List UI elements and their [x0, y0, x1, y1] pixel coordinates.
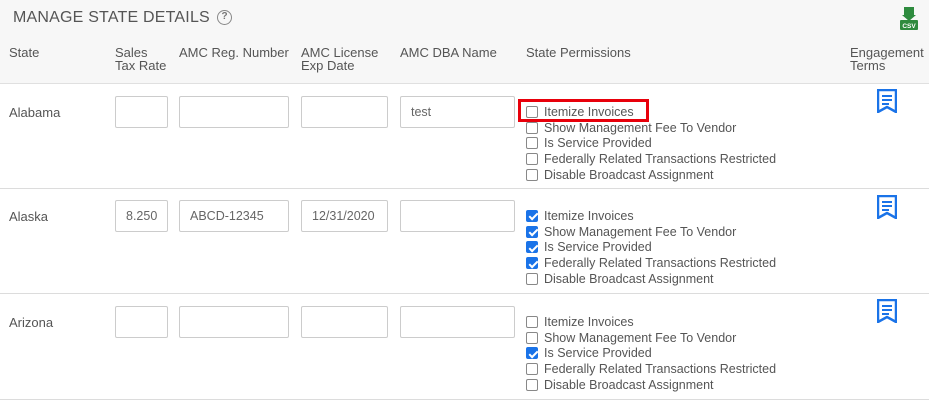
permissions-list: Itemize Invoices Show Management Fee To … — [526, 314, 776, 393]
perm-label: Disable Broadcast Assignment — [544, 168, 714, 183]
document-icon[interactable] — [877, 195, 897, 219]
checkbox[interactable] — [526, 257, 538, 270]
perm-show-management-fee[interactable]: Show Management Fee To Vendor — [526, 330, 776, 346]
amc-license-input[interactable] — [301, 306, 388, 338]
page-title: MANAGE STATE DETAILS — [13, 9, 210, 26]
table-row: Alaska Itemize Invoices Show Management … — [0, 189, 929, 294]
state-name: Arizona — [9, 315, 54, 330]
perm-is-service-provided[interactable]: Is Service Provided — [526, 240, 776, 256]
perm-federally-related[interactable]: Federally Related Transactions Restricte… — [526, 151, 776, 167]
checkbox[interactable] — [526, 273, 538, 286]
checkbox[interactable] — [526, 315, 538, 328]
col-amc-license-line2: Exp Date — [301, 58, 355, 73]
sales-tax-input[interactable] — [115, 200, 168, 232]
amc-license-input[interactable] — [301, 96, 388, 128]
perm-federally-related[interactable]: Federally Related Transactions Restricte… — [526, 255, 776, 271]
col-sales-tax-line2: Tax Rate — [115, 58, 167, 73]
panel-header: MANAGE STATE DETAILS ? CSV — [0, 0, 929, 38]
amc-reg-input[interactable] — [179, 200, 289, 232]
checkbox[interactable] — [526, 347, 538, 360]
state-name: Alaska — [9, 209, 49, 224]
perm-label: Show Management Fee To Vendor — [544, 330, 737, 345]
perm-label: Itemize Invoices — [544, 314, 634, 329]
checkbox[interactable] — [526, 137, 538, 150]
amc-reg-input[interactable] — [179, 96, 289, 128]
permissions-list: Itemize Invoices Show Management Fee To … — [526, 208, 776, 287]
col-sales-tax: Sales Tax Rate — [115, 46, 166, 72]
state-name: Alabama — [9, 105, 61, 120]
perm-disable-broadcast[interactable]: Disable Broadcast Assignment — [526, 271, 776, 287]
table-row: Alabama Itemize Invoices Show Management… — [0, 84, 929, 189]
perm-label: Federally Related Transactions Restricte… — [544, 362, 777, 377]
perm-label: Is Service Provided — [544, 346, 652, 361]
perm-label: Is Service Provided — [544, 240, 652, 255]
perm-label: Show Management Fee To Vendor — [544, 120, 737, 135]
perm-label: Disable Broadcast Assignment — [544, 378, 714, 393]
perm-itemize-invoices[interactable]: Itemize Invoices — [526, 208, 776, 224]
highlight-box — [518, 99, 649, 122]
checkbox[interactable] — [526, 379, 538, 392]
checkbox[interactable] — [526, 153, 538, 166]
help-circle-icon[interactable]: ? — [217, 10, 232, 25]
col-amc-license: AMC License Exp Date — [301, 46, 378, 72]
csv-export-icon[interactable]: CSV — [899, 7, 919, 31]
perm-is-service-provided[interactable]: Is Service Provided — [526, 346, 776, 362]
sales-tax-input[interactable] — [115, 96, 168, 128]
perm-label: Federally Related Transactions Restricte… — [544, 152, 777, 167]
csv-label: CSV — [902, 23, 916, 30]
perm-label: Show Management Fee To Vendor — [544, 224, 737, 239]
checkbox[interactable] — [526, 121, 538, 134]
perm-is-service-provided[interactable]: Is Service Provided — [526, 136, 776, 152]
col-engagement: Engagement Terms — [850, 46, 924, 72]
checkbox[interactable] — [526, 363, 538, 376]
col-engagement-line2: Terms — [850, 58, 886, 73]
perm-show-management-fee[interactable]: Show Management Fee To Vendor — [526, 224, 776, 240]
perm-label: Is Service Provided — [544, 136, 652, 151]
col-permissions: State Permissions — [526, 45, 631, 60]
table-row: Arizona Itemize Invoices Show Management… — [0, 294, 929, 400]
perm-label: Itemize Invoices — [544, 208, 634, 223]
checkbox[interactable] — [526, 331, 538, 344]
col-state: State — [9, 45, 40, 60]
sales-tax-input[interactable] — [115, 306, 168, 338]
amc-dba-input[interactable] — [400, 306, 515, 338]
perm-disable-broadcast[interactable]: Disable Broadcast Assignment — [526, 167, 776, 183]
perm-show-management-fee[interactable]: Show Management Fee To Vendor — [526, 120, 776, 136]
checkbox[interactable] — [526, 225, 538, 238]
amc-license-input[interactable] — [301, 200, 388, 232]
perm-label: Federally Related Transactions Restricte… — [544, 256, 777, 271]
checkbox[interactable] — [526, 169, 538, 182]
col-amc-reg: AMC Reg. Number — [179, 45, 289, 60]
checkbox[interactable] — [526, 241, 538, 254]
perm-itemize-invoices[interactable]: Itemize Invoices — [526, 314, 776, 330]
document-icon[interactable] — [877, 299, 897, 323]
perm-federally-related[interactable]: Federally Related Transactions Restricte… — [526, 361, 776, 377]
checkbox[interactable] — [526, 209, 538, 222]
perm-disable-broadcast[interactable]: Disable Broadcast Assignment — [526, 377, 776, 393]
amc-dba-input[interactable] — [400, 96, 515, 128]
document-icon[interactable] — [877, 89, 897, 113]
amc-dba-input[interactable] — [400, 200, 515, 232]
perm-label: Disable Broadcast Assignment — [544, 272, 714, 287]
amc-reg-input[interactable] — [179, 306, 289, 338]
col-amc-dba: AMC DBA Name — [400, 45, 497, 60]
